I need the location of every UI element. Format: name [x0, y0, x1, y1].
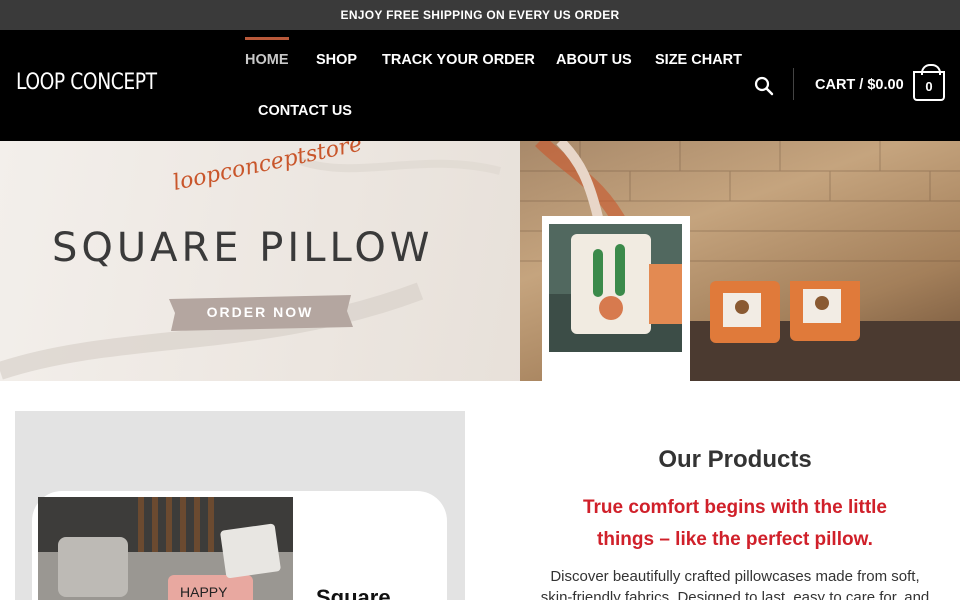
nav-home[interactable]: HOME: [245, 37, 289, 68]
desc-line-2: skin-friendly fabrics. Designed to last,…: [540, 589, 930, 600]
nav-track-order[interactable]: TRACK YOUR ORDER: [382, 52, 535, 68]
nav-about-us[interactable]: ABOUT US: [556, 52, 632, 68]
cactus-pillow-photo: [549, 224, 682, 352]
header-divider: [793, 68, 794, 100]
desc-line-1: Discover beautifully crafted pillowcases…: [550, 568, 920, 585]
happy-pillow-text: HAPPY: [180, 584, 228, 600]
featured-card-title: Square: [316, 585, 391, 600]
products-tagline: True comfort begins with the little thin…: [510, 492, 960, 556]
nav-contact-us[interactable]: CONTACT US: [258, 103, 352, 119]
hero-banner[interactable]: loopconceptstore SQUARE PILLOW ORDER NOW: [0, 141, 960, 381]
bench-with-pillows: [690, 281, 960, 381]
tagline-line-2: things – like the perfect pillow.: [597, 529, 873, 550]
nav-shop[interactable]: SHOP: [316, 52, 357, 68]
search-icon[interactable]: [754, 76, 774, 96]
announcement-bar: ENJOY FREE SHIPPING ON EVERY US ORDER: [0, 0, 960, 30]
site-header: LOOP CONCEPT HOME SHOP TRACK YOUR ORDER …: [0, 30, 960, 141]
cart-count: 0: [925, 78, 933, 94]
site-logo[interactable]: LOOP CONCEPT: [16, 70, 157, 95]
tagline-line-1: True comfort begins with the little: [582, 497, 888, 518]
cart-link[interactable]: CART / $0.00: [815, 77, 904, 93]
products-description: Discover beautifully crafted pillowcases…: [510, 566, 960, 600]
order-now-button[interactable]: ORDER NOW: [165, 304, 355, 320]
sofa-pillow-photo: HAPPY: [38, 497, 293, 600]
products-heading: Our Products: [658, 446, 812, 473]
announcement-text: ENJOY FREE SHIPPING ON EVERY US ORDER: [340, 8, 620, 22]
hero-title: SQUARE PILLOW: [52, 225, 434, 271]
nav-size-chart[interactable]: SIZE CHART: [655, 52, 742, 68]
cart-bag-icon[interactable]: 0: [913, 64, 945, 101]
